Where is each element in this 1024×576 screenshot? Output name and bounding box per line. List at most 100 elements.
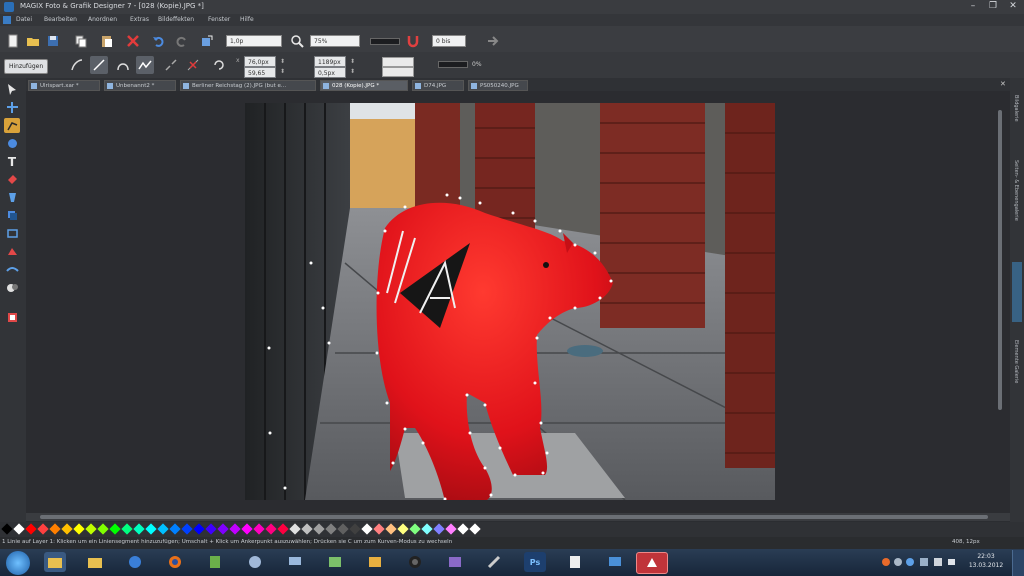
tab-ulrispart[interactable]: Ulrispart.xar * <box>28 80 100 91</box>
start-button[interactable] <box>6 551 30 575</box>
tab-ps050240[interactable]: PS050240.JPG <box>468 80 528 91</box>
tab-unbenannt2[interactable]: Unbenannt2 * <box>104 80 176 91</box>
document-taskbar-icon[interactable] <box>564 552 586 572</box>
curve-tool-icon[interactable] <box>68 56 86 74</box>
color-swatch[interactable] <box>169 523 181 535</box>
document-menu-icon[interactable] <box>3 16 11 24</box>
gallery-tab-elemente[interactable]: Elemente Galerie <box>1013 340 1019 383</box>
fill-tool-icon[interactable] <box>4 172 20 187</box>
color-swatch[interactable] <box>349 523 361 535</box>
y-position-field[interactable]: 59,65 <box>244 67 276 78</box>
break-node-icon[interactable] <box>162 56 180 74</box>
menu-bearbeiten[interactable]: Bearbeiten <box>44 16 77 23</box>
maximize-button[interactable]: ❐ <box>986 1 1000 12</box>
magix-active-taskbar-icon[interactable] <box>636 552 668 574</box>
color-swatch[interactable] <box>337 523 349 535</box>
media-taskbar-icon[interactable] <box>124 552 146 572</box>
color-swatch[interactable] <box>181 523 193 535</box>
delete-icon[interactable] <box>124 32 142 50</box>
rotate-field[interactable]: 0 bis <box>432 35 466 47</box>
show-desktop-button[interactable] <box>1012 550 1024 576</box>
bevel-tool-icon[interactable] <box>4 244 20 259</box>
text-tool-icon[interactable]: T <box>4 154 20 169</box>
line-style-selector[interactable] <box>438 61 468 68</box>
width-field[interactable]: 1189px <box>314 56 346 67</box>
arrow-right-icon[interactable] <box>484 32 502 50</box>
height-field[interactable]: 0,5px <box>314 67 346 78</box>
color-swatch[interactable] <box>301 523 313 535</box>
menu-hilfe[interactable]: Hilfe <box>240 16 254 23</box>
calculator-taskbar-icon[interactable] <box>204 552 226 572</box>
add-button[interactable]: Hinzufügen <box>4 59 49 74</box>
undo-icon[interactable] <box>150 32 168 50</box>
screen-taskbar-icon[interactable] <box>604 552 626 572</box>
x-spin-icon[interactable]: ⬍ <box>280 58 285 65</box>
line-tool-icon[interactable] <box>90 56 108 74</box>
shape-tool-icon[interactable] <box>4 136 20 151</box>
folder-taskbar-icon[interactable] <box>84 552 106 572</box>
color-swatch[interactable] <box>217 523 229 535</box>
tab-d74[interactable]: D74.JPG <box>412 80 464 91</box>
color-swatch[interactable] <box>145 523 157 535</box>
paste-icon[interactable] <box>98 32 116 50</box>
x-position-field[interactable]: 76,0px <box>244 56 276 67</box>
color-swatch[interactable] <box>133 523 145 535</box>
minimize-button[interactable]: – <box>966 1 980 12</box>
color-swatch[interactable] <box>469 523 481 535</box>
tab-close-icon[interactable]: ✕ <box>1000 80 1006 88</box>
menu-anordnen[interactable]: Anordnen <box>88 16 117 23</box>
h-spin-icon[interactable]: ⬍ <box>350 68 355 75</box>
scale-field[interactable] <box>382 57 414 67</box>
open-icon[interactable] <box>24 32 42 50</box>
line-width-selector[interactable] <box>370 38 400 45</box>
color-swatch[interactable] <box>121 523 133 535</box>
color-swatch[interactable] <box>49 523 61 535</box>
color-swatch[interactable] <box>397 523 409 535</box>
network-taskbar-icon[interactable] <box>244 552 266 572</box>
w-spin-icon[interactable]: ⬍ <box>350 58 355 65</box>
color-swatch[interactable] <box>229 523 241 535</box>
explorer-taskbar-icon[interactable] <box>44 552 66 572</box>
color-swatch[interactable] <box>433 523 445 535</box>
magnet-icon[interactable] <box>404 32 422 50</box>
color-swatch[interactable] <box>157 523 169 535</box>
zoom-field[interactable]: 1,0p <box>226 35 282 47</box>
delete-node-icon[interactable] <box>184 56 202 74</box>
firefox-taskbar-icon[interactable] <box>164 552 186 572</box>
gallery-icons-strip[interactable] <box>1012 262 1022 322</box>
color-swatch[interactable] <box>421 523 433 535</box>
computer-taskbar-icon[interactable] <box>284 552 306 572</box>
color-swatch[interactable] <box>253 523 265 535</box>
system-tray-icons[interactable] <box>880 557 960 567</box>
color-swatch[interactable] <box>85 523 97 535</box>
photo-canvas[interactable] <box>245 103 775 500</box>
horizontal-scrollbar[interactable] <box>40 515 988 519</box>
photo-manager-taskbar-icon[interactable] <box>324 552 346 572</box>
color-swatch[interactable] <box>25 523 37 535</box>
move-tool-icon[interactable] <box>4 100 20 115</box>
camera-taskbar-icon[interactable] <box>404 552 426 572</box>
photoshop-taskbar-icon[interactable]: Ps <box>524 552 546 572</box>
transparency-tool-icon[interactable] <box>4 190 20 205</box>
pen-tool-icon[interactable] <box>4 118 20 133</box>
mould-tool-icon[interactable] <box>4 262 20 277</box>
menu-datei[interactable]: Datei <box>16 16 32 23</box>
color-swatch[interactable] <box>109 523 121 535</box>
photo-tool-icon[interactable] <box>4 310 20 325</box>
tools-taskbar-icon[interactable] <box>484 552 506 572</box>
contour-tool-icon[interactable] <box>4 226 20 241</box>
color-swatch[interactable] <box>13 523 25 535</box>
music-taskbar-icon[interactable] <box>364 552 386 572</box>
color-swatch[interactable] <box>193 523 205 535</box>
menu-bildeffekte[interactable]: Bildeffekten <box>158 16 194 23</box>
scale-field-2[interactable] <box>382 67 414 77</box>
color-swatch[interactable] <box>445 523 457 535</box>
color-swatch[interactable] <box>373 523 385 535</box>
color-swatch[interactable] <box>97 523 109 535</box>
color-swatch[interactable] <box>61 523 73 535</box>
color-swatch[interactable] <box>385 523 397 535</box>
color-swatch[interactable] <box>1 523 13 535</box>
tab-reichstag[interactable]: Berliner Reichstag (2).JPG (but e... <box>180 80 316 91</box>
smooth-tool-icon[interactable] <box>136 56 154 74</box>
selector-tool-icon[interactable] <box>4 82 20 97</box>
